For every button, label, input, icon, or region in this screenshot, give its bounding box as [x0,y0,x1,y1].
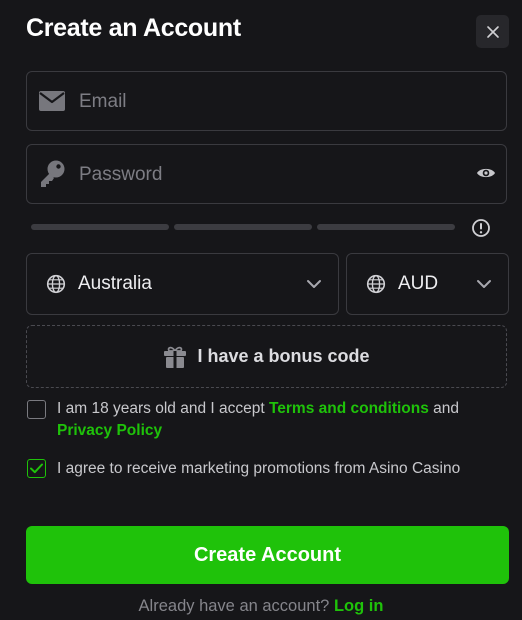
country-value: Australia [78,273,152,294]
country-select[interactable]: Australia [26,253,339,315]
strength-segment [174,224,312,230]
email-field-container [26,71,507,132]
email-input[interactable] [77,72,461,132]
login-link[interactable]: Log in [334,597,383,615]
info-icon[interactable] [471,218,491,238]
checkmark-icon [30,463,43,474]
eye-icon[interactable] [476,165,496,181]
privacy-link[interactable]: Privacy Policy [57,422,162,439]
login-prompt-text: Already have an account? [138,597,330,615]
age-terms-checkbox[interactable] [27,400,46,419]
globe-icon [46,274,66,294]
gift-icon [164,346,187,368]
terms-link[interactable]: Terms and conditions [269,400,429,417]
chevron-down-icon [307,280,321,288]
marketing-text: I agree to receive marketing promotions … [57,460,461,477]
currency-select[interactable]: AUD [346,253,509,315]
modal-title: Create an Account [26,14,241,42]
globe-icon [366,274,386,294]
password-field-container [26,144,507,205]
close-button[interactable] [476,15,509,48]
bonus-code-label: I have a bonus code [197,346,370,366]
password-strength-meter [31,224,455,230]
marketing-checkbox[interactable] [27,459,46,478]
currency-value: AUD [398,273,439,294]
age-terms-text-and: and [428,400,460,417]
age-terms-text-before: I am 18 years old and I accept [57,400,269,417]
key-icon [41,160,65,187]
chevron-down-icon [477,280,491,288]
login-prompt: Already have an account? Log in [0,597,522,616]
strength-segment [31,224,169,230]
create-account-button[interactable]: Create Account [26,526,509,584]
envelope-icon [39,91,65,111]
strength-segment [317,224,455,230]
password-input[interactable] [77,145,461,205]
close-icon [486,25,499,38]
age-terms-text: I am 18 years old and I accept Terms and… [57,398,459,442]
bonus-code-button[interactable]: I have a bonus code [26,325,507,388]
